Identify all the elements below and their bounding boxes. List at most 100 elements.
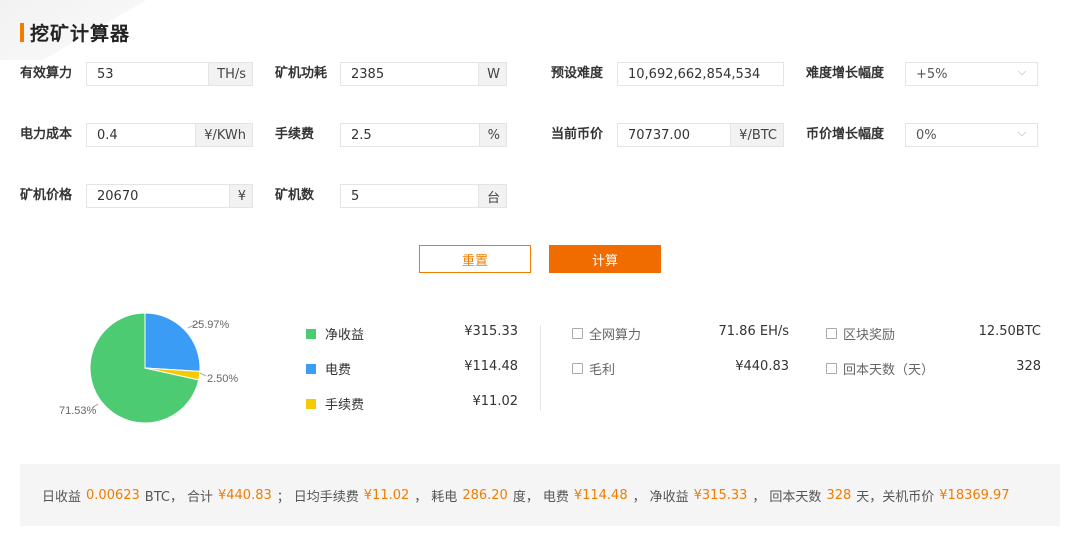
power-unit: W [478, 63, 506, 85]
stat-block-reward: 区块奖励 [826, 324, 895, 343]
power-label: 矿机功耗 [275, 66, 328, 81]
miner-count-label: 矿机数 [275, 188, 315, 203]
summary-net: ¥315.33 [693, 487, 748, 503]
fee-value[interactable]: 2.5 [341, 128, 479, 143]
difficulty-value[interactable]: 10,692,662,854,534 [618, 67, 783, 82]
difficulty-growth-label: 难度增长幅度 [806, 66, 885, 81]
price-unit: ¥/BTC [730, 124, 783, 146]
summary-power-unit: 度， [512, 489, 539, 505]
price-field[interactable]: 70737.00 ¥/BTC [617, 123, 784, 147]
legend-item-electric: 电费 [306, 359, 351, 378]
divider [540, 325, 541, 411]
title-accent-bar [20, 22, 24, 42]
stat-payback-days-value: 328 [1016, 359, 1041, 374]
page-title: 挖矿计算器 [20, 20, 131, 45]
miner-price-label: 矿机价格 [20, 188, 73, 203]
chevron-down-icon[interactable] [1017, 127, 1027, 137]
legend-label-net: 净收益 [325, 328, 365, 343]
miner-price-field[interactable]: 20670 ¥ [86, 184, 253, 208]
hashrate-value[interactable]: 53 [87, 67, 208, 82]
stat-network-hashrate-label: 全网算力 [589, 328, 642, 343]
miner-count-unit: 台 [477, 185, 506, 207]
house-icon [826, 328, 837, 339]
miner-count-field[interactable]: 5 台 [340, 184, 507, 208]
electricity-unit: ¥/KWh [195, 124, 252, 146]
calculate-button[interactable]: 计算 [549, 245, 661, 273]
hashrate-label: 有效算力 [20, 66, 73, 81]
stat-gross-profit-value: ¥440.83 [735, 359, 789, 374]
difficulty-growth-select[interactable]: +5% [905, 62, 1038, 86]
electricity-label: 电力成本 [20, 127, 73, 142]
pie-label-fee: 2.50% [207, 373, 238, 385]
legend-value-fee: ¥11.02 [472, 394, 519, 409]
legend-label-fee: 手续费 [325, 398, 365, 413]
legend-label-electric: 电费 [325, 363, 352, 378]
summary-comma: ， [414, 489, 428, 505]
summary-power: 286.20 [462, 487, 508, 503]
legend-item-fee: 手续费 [306, 394, 364, 413]
legend-value-electric: ¥114.48 [464, 359, 518, 374]
summary-payback-unit: 天，关机币价 [856, 489, 935, 505]
electricity-field[interactable]: 0.4 ¥/KWh [86, 123, 253, 147]
fee-field[interactable]: 2.5 % [340, 123, 507, 147]
fee-label: 手续费 [275, 127, 315, 142]
pie-label-net: 71.53% [59, 405, 97, 417]
summary-comma: ， [632, 489, 646, 505]
legend-item-net: 净收益 [306, 324, 364, 343]
summary-bar: 日收益 0.00623 BTC， 合计 ¥440.83 ； 日均手续费 ¥11.… [20, 464, 1060, 526]
summary-daily-fee-label: 日均手续费 [293, 489, 359, 505]
price-growth-label: 币价增长幅度 [806, 127, 885, 142]
electricity-value[interactable]: 0.4 [87, 128, 195, 143]
fee-unit: % [478, 124, 506, 146]
stat-payback-days: 回本天数（天） [826, 359, 934, 378]
miner-price-unit: ¥ [228, 185, 252, 207]
miner-count-value[interactable]: 5 [341, 189, 478, 204]
pie-leader-fee [199, 372, 207, 377]
wallet-icon [572, 363, 583, 374]
price-label: 当前币价 [551, 127, 604, 142]
stat-network-hashrate: 全网算力 [572, 324, 641, 343]
hashrate-field[interactable]: 53 TH/s [86, 62, 253, 86]
summary-comma: ， [752, 489, 766, 505]
stat-network-hashrate-value: 71.86 EH/s [718, 324, 790, 339]
legend-swatch-net [306, 328, 316, 339]
hashrate-unit: TH/s [208, 63, 252, 85]
legend-value-net: ¥315.33 [464, 324, 518, 339]
reset-button[interactable]: 重置 [419, 245, 531, 273]
summary-daily-income-label: 日收益 [42, 489, 82, 505]
difficulty-label: 预设难度 [551, 66, 604, 81]
legend-swatch-electric [306, 363, 316, 374]
summary-btc-unit: BTC， [144, 489, 183, 505]
calendar-icon [826, 363, 837, 374]
legend-swatch-fee [306, 398, 316, 409]
chevron-down-icon[interactable] [1017, 66, 1027, 76]
price-growth-select[interactable]: 0% [905, 123, 1038, 147]
summary-daily-fee: ¥11.02 [363, 487, 410, 503]
summary-shutdown-price: ¥18369.97 [939, 487, 1010, 503]
summary-total: ¥440.83 [217, 487, 272, 503]
stat-gross-profit: 毛利 [572, 359, 615, 378]
summary-net-label: 净收益 [649, 489, 689, 505]
price-growth-value[interactable]: 0% [906, 128, 1017, 143]
summary-electric: ¥114.48 [573, 487, 628, 503]
price-value[interactable]: 70737.00 [618, 128, 730, 143]
miner-price-value[interactable]: 20670 [87, 189, 229, 204]
stat-block-reward-label: 区块奖励 [843, 328, 896, 343]
summary-payback-label: 回本天数 [769, 489, 822, 505]
pie-label-electric: 25.97% [192, 319, 230, 331]
cost-breakdown-pie-chart: 25.97% 2.50% 71.53% [59, 312, 238, 424]
summary-separator: ； [276, 489, 290, 505]
summary-power-label: 耗电 [431, 489, 458, 505]
difficulty-growth-value[interactable]: +5% [906, 67, 1017, 82]
difficulty-field[interactable]: 10,692,662,854,534 [617, 62, 784, 86]
power-value[interactable]: 2385 [341, 67, 478, 82]
power-field[interactable]: 2385 W [340, 62, 507, 86]
page-title-text: 挖矿计算器 [30, 22, 131, 45]
stat-gross-profit-label: 毛利 [589, 363, 616, 378]
summary-daily-income: 0.00623 [86, 487, 140, 503]
summary-total-label: 合计 [186, 489, 213, 505]
chart-icon [572, 328, 583, 339]
summary-electric-label: 电费 [542, 489, 569, 505]
summary-payback: 328 [826, 487, 852, 503]
stat-block-reward-value: 12.50BTC [978, 324, 1041, 339]
